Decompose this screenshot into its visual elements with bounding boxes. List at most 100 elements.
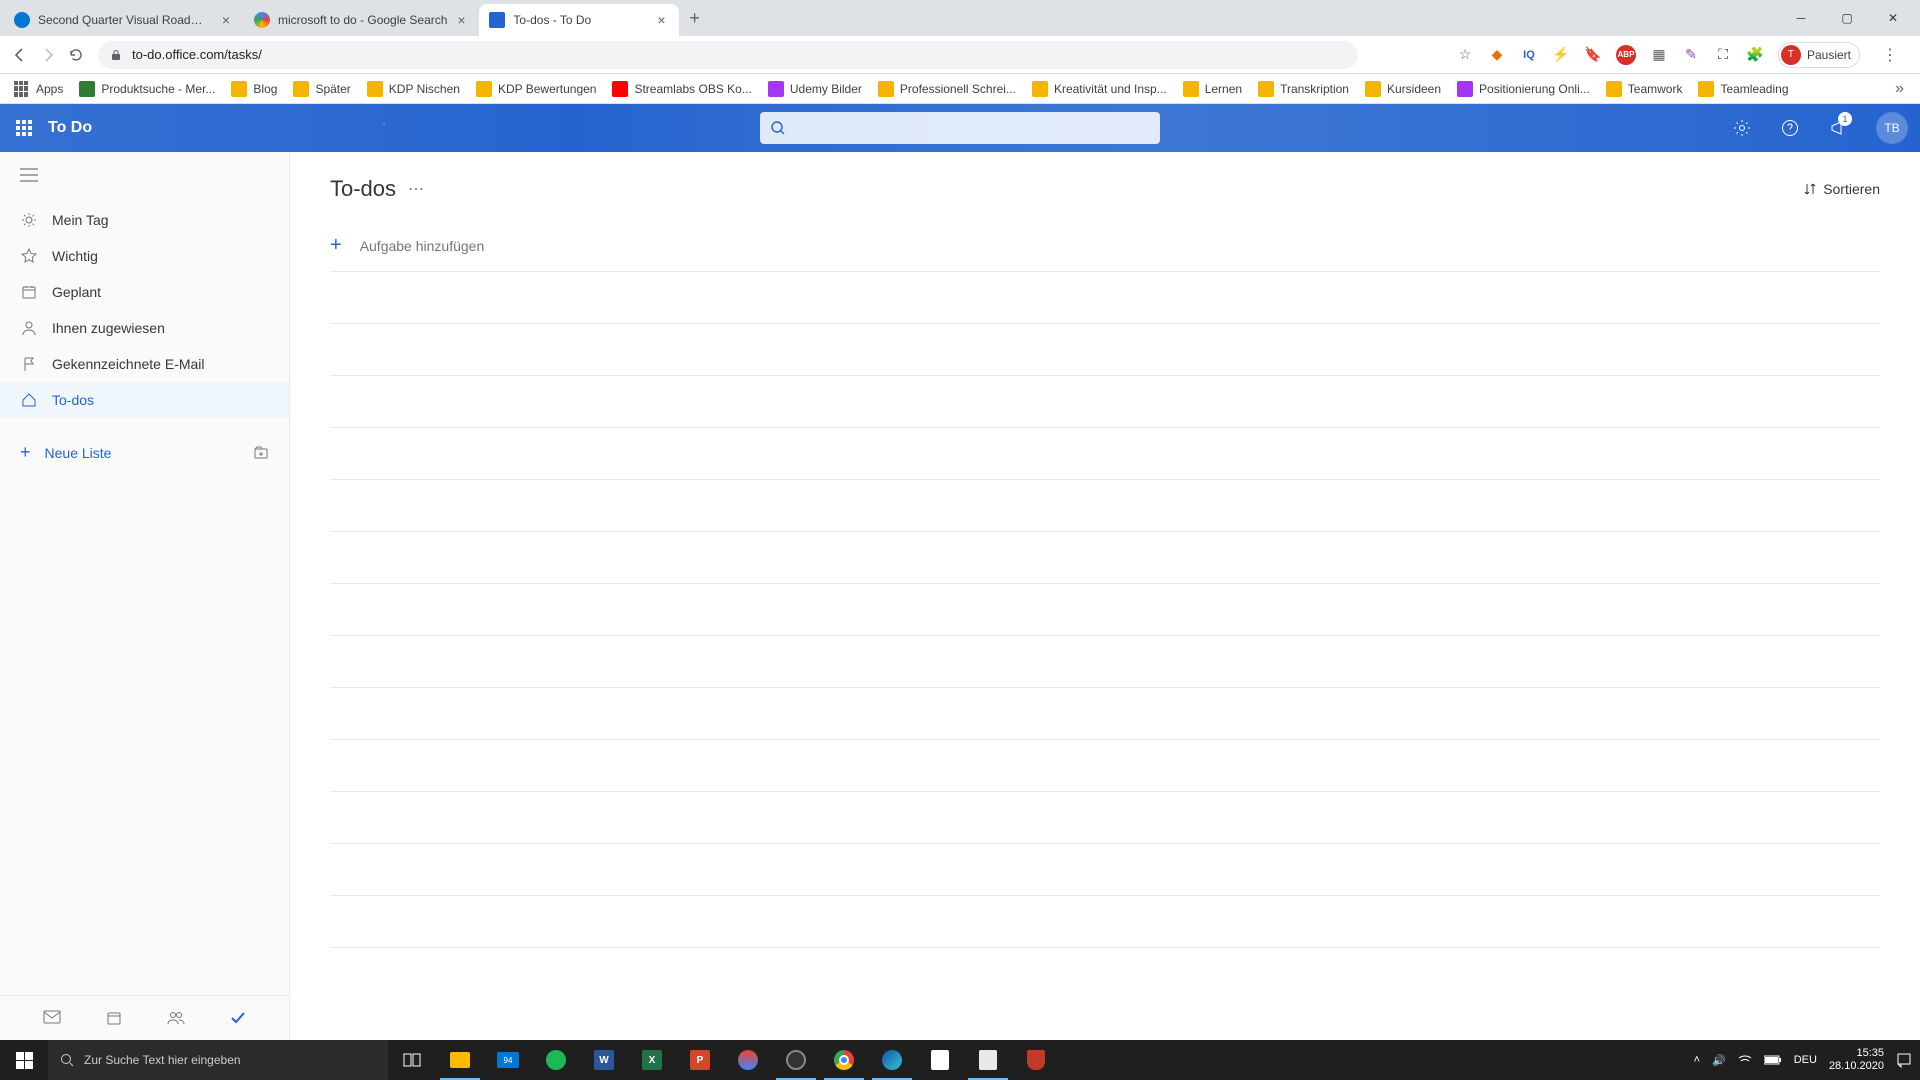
browser-tab[interactable]: microsoft to do - Google Search × <box>244 4 479 36</box>
list-options-button[interactable]: ⋯ <box>408 179 426 199</box>
sidebar-item-flagged[interactable]: Gekennzeichnete E-Mail <box>0 346 289 382</box>
taskbar-app-edge[interactable] <box>868 1040 916 1080</box>
battery-icon[interactable] <box>1764 1055 1782 1065</box>
taskbar-app-powerpoint[interactable]: P <box>676 1040 724 1080</box>
bookmark-item[interactable]: Teamleading <box>1692 77 1794 101</box>
forward-button[interactable] <box>34 41 62 69</box>
search-input[interactable] <box>760 112 1160 144</box>
notifications-button[interactable] <box>1896 1052 1912 1068</box>
taskbar-app-obs[interactable] <box>772 1040 820 1080</box>
star-icon[interactable]: ☆ <box>1456 46 1474 64</box>
bookmark-item[interactable]: Später <box>287 77 356 101</box>
taskbar-app-mail[interactable]: 94 <box>484 1040 532 1080</box>
new-list-button[interactable]: + Neue Liste <box>0 432 289 473</box>
bookmark-item[interactable]: Kreativität und Insp... <box>1026 77 1173 101</box>
task-row[interactable] <box>330 792 1880 844</box>
taskbar-app[interactable] <box>964 1040 1012 1080</box>
tray-overflow-button[interactable]: ˄ <box>1694 1054 1700 1066</box>
taskbar-search[interactable]: Zur Suche Text hier eingeben <box>48 1040 388 1080</box>
extension-icon[interactable]: ⚡ <box>1552 46 1570 64</box>
reload-button[interactable] <box>62 41 90 69</box>
extension-icon[interactable]: ◆ <box>1488 46 1506 64</box>
wifi-icon[interactable] <box>1738 1054 1752 1066</box>
new-tab-button[interactable]: + <box>679 8 710 29</box>
close-icon[interactable]: × <box>653 12 669 28</box>
apps-shortcut[interactable]: Apps <box>8 77 69 101</box>
address-bar[interactable]: to-do.office.com/tasks/ <box>98 41 1358 69</box>
bookmarks-overflow-button[interactable]: » <box>1887 80 1912 98</box>
taskbar-app[interactable] <box>1012 1040 1060 1080</box>
task-row[interactable] <box>330 324 1880 376</box>
bookmark-item[interactable]: Professionell Schrei... <box>872 77 1022 101</box>
extension-icon[interactable]: IQ <box>1520 46 1538 64</box>
task-row[interactable] <box>330 428 1880 480</box>
taskbar-app[interactable] <box>724 1040 772 1080</box>
sidebar-item-wichtig[interactable]: Wichtig <box>0 238 289 274</box>
bookmark-item[interactable]: Transkription <box>1252 77 1355 101</box>
bookmark-item[interactable]: Streamlabs OBS Ko... <box>606 77 757 101</box>
help-button[interactable] <box>1768 104 1812 152</box>
taskbar-app-spotify[interactable] <box>532 1040 580 1080</box>
sidebar-item-mein-tag[interactable]: Mein Tag <box>0 202 289 238</box>
chrome-menu-button[interactable]: ⋮ <box>1874 45 1906 65</box>
extension-icon[interactable]: 🔖 <box>1584 46 1602 64</box>
bookmark-item[interactable]: Udemy Bilder <box>762 77 868 101</box>
whats-new-button[interactable]: 1 <box>1816 104 1860 152</box>
bookmark-item[interactable]: Positionierung Onli... <box>1451 77 1596 101</box>
new-group-button[interactable] <box>253 445 269 461</box>
add-task-input[interactable]: + Aufgabe hinzufügen <box>330 220 1880 272</box>
bookmark-item[interactable]: KDP Nischen <box>361 77 466 101</box>
task-row[interactable] <box>330 896 1880 948</box>
close-icon[interactable]: × <box>218 12 234 28</box>
todo-button[interactable] <box>230 1010 246 1026</box>
extension-icon[interactable]: ✎ <box>1682 46 1700 64</box>
task-row[interactable] <box>330 844 1880 896</box>
task-row[interactable] <box>330 272 1880 324</box>
extension-icon[interactable]: ▦ <box>1650 46 1668 64</box>
people-button[interactable] <box>167 1010 185 1026</box>
close-icon[interactable]: × <box>453 12 469 28</box>
volume-icon[interactable]: 🔊 <box>1712 1054 1726 1067</box>
settings-button[interactable] <box>1720 104 1764 152</box>
profile-chip[interactable]: T Pausiert <box>1778 42 1860 68</box>
adblock-icon[interactable]: ABP <box>1616 45 1636 65</box>
extensions-button[interactable]: 🧩 <box>1746 46 1764 64</box>
minimize-button[interactable]: ─ <box>1778 2 1824 34</box>
app-launcher-button[interactable] <box>0 104 48 152</box>
task-row[interactable] <box>330 480 1880 532</box>
browser-tab-active[interactable]: To-dos - To Do × <box>479 4 679 36</box>
bookmark-item[interactable]: Produktsuche - Mer... <box>73 77 221 101</box>
bookmark-item[interactable]: Kursideen <box>1359 77 1447 101</box>
task-view-button[interactable] <box>388 1040 436 1080</box>
close-window-button[interactable]: ✕ <box>1870 2 1916 34</box>
task-row[interactable] <box>330 532 1880 584</box>
browser-tab[interactable]: Second Quarter Visual Roadmap × <box>4 4 244 36</box>
user-avatar[interactable]: TB <box>1876 112 1908 144</box>
sidebar-toggle-button[interactable] <box>0 152 289 198</box>
clock[interactable]: 15:35 28.10.2020 <box>1829 1047 1884 1073</box>
back-button[interactable] <box>6 41 34 69</box>
sidebar-item-todos[interactable]: To-dos <box>0 382 289 418</box>
maximize-button[interactable]: ▢ <box>1824 2 1870 34</box>
extension-icon[interactable]: ⛶ <box>1714 46 1732 64</box>
bookmark-item[interactable]: Lernen <box>1177 77 1248 101</box>
task-row[interactable] <box>330 376 1880 428</box>
language-indicator[interactable]: DEU <box>1794 1054 1817 1066</box>
sort-button[interactable]: Sortieren <box>1803 181 1880 197</box>
taskbar-app-explorer[interactable] <box>436 1040 484 1080</box>
bookmark-item[interactable]: Blog <box>225 77 283 101</box>
task-row[interactable] <box>330 688 1880 740</box>
sidebar-item-geplant[interactable]: Geplant <box>0 274 289 310</box>
taskbar-app-word[interactable]: W <box>580 1040 628 1080</box>
mail-button[interactable] <box>43 1010 61 1026</box>
calendar-button[interactable] <box>106 1010 122 1026</box>
taskbar-app-chrome[interactable] <box>820 1040 868 1080</box>
start-button[interactable] <box>0 1040 48 1080</box>
bookmark-item[interactable]: KDP Bewertungen <box>470 77 603 101</box>
taskbar-app-excel[interactable]: X <box>628 1040 676 1080</box>
task-row[interactable] <box>330 584 1880 636</box>
task-row[interactable] <box>330 636 1880 688</box>
sidebar-item-zugewiesen[interactable]: Ihnen zugewiesen <box>0 310 289 346</box>
taskbar-app[interactable] <box>916 1040 964 1080</box>
task-row[interactable] <box>330 740 1880 792</box>
